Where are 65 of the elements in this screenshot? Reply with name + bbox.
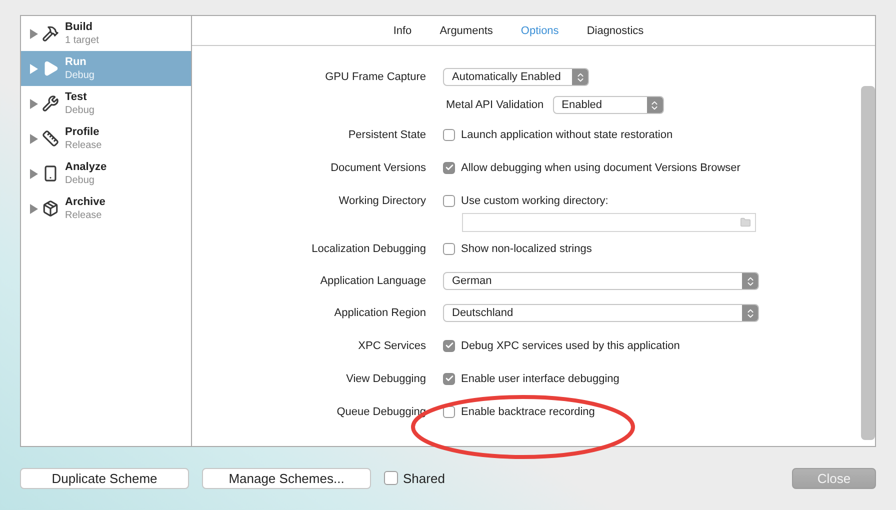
popup-button[interactable]: Enabled xyxy=(552,96,664,114)
scheme-action-title: Build xyxy=(65,21,94,33)
option-label: Metal API Validation xyxy=(446,99,544,111)
scrollbar-thumb[interactable] xyxy=(861,86,875,440)
sidebar-item[interactable]: Test Debug xyxy=(21,86,191,121)
scheme-action-title: Run xyxy=(65,56,88,68)
option-label: Persistent State xyxy=(348,128,426,140)
scheme-action-subtitle: 1 target xyxy=(65,35,99,46)
tab[interactable]: Arguments xyxy=(426,24,507,36)
disclosure-triangle-icon[interactable] xyxy=(30,168,38,178)
scheme-action-title: Archive xyxy=(65,196,106,208)
package-icon xyxy=(42,200,59,217)
sidebar-item[interactable]: Analyze Debug xyxy=(21,156,191,191)
checkbox-label: Enable user interface debugging xyxy=(461,372,620,384)
footer-button[interactable]: Duplicate Scheme xyxy=(20,468,189,488)
disclosure-triangle-icon[interactable] xyxy=(30,64,38,74)
option-label: Localization Debugging xyxy=(312,242,426,254)
checkbox[interactable] xyxy=(443,194,455,206)
checkbox-label: Debug XPC services used by this application xyxy=(461,340,680,352)
scheme-action-title: Test xyxy=(65,91,88,103)
checkbox-label: Launch application without state restoration xyxy=(461,128,673,140)
checkbox-label: Enable backtrace recording xyxy=(461,406,595,418)
popup-button[interactable]: Automatically Enabled xyxy=(443,68,589,86)
checkbox-label: Show non-localized strings xyxy=(461,242,592,254)
wrench-icon xyxy=(42,95,59,112)
tab[interactable]: Info xyxy=(379,24,426,36)
checkbox[interactable] xyxy=(443,162,455,174)
scheme-action-subtitle: Release xyxy=(65,210,103,221)
scheme-action-title: Profile xyxy=(65,126,100,138)
sidebar-item[interactable]: Build 1 target xyxy=(21,16,191,51)
directory-path-field[interactable] xyxy=(462,213,756,232)
checkbox-label: Shared xyxy=(403,470,445,486)
checkbox[interactable] xyxy=(443,242,455,254)
popup-button[interactable]: German xyxy=(443,272,759,290)
popup-button[interactable]: Deutschland xyxy=(443,304,759,322)
option-label: GPU Frame Capture xyxy=(325,71,426,83)
scheme-action-subtitle: Debug xyxy=(65,105,94,116)
option-label: XPC Services xyxy=(358,340,426,352)
checkbox[interactable] xyxy=(443,372,455,384)
checkbox[interactable] xyxy=(443,340,455,352)
hammer-icon xyxy=(42,25,59,42)
option-label: View Debugging xyxy=(346,372,426,384)
phone-icon xyxy=(42,165,59,182)
option-label: Document Versions xyxy=(330,162,426,174)
disclosure-triangle-icon[interactable] xyxy=(30,134,38,144)
checkbox-label: Allow debugging when using document Versions Browser xyxy=(461,162,740,174)
checkbox[interactable] xyxy=(443,128,455,140)
disclosure-triangle-icon[interactable] xyxy=(30,98,38,108)
tab[interactable]: Diagnostics xyxy=(572,24,658,36)
scheme-action-subtitle: Debug xyxy=(65,70,94,81)
checkbox-label: Use custom working directory: xyxy=(461,194,608,206)
option-label: Application Region xyxy=(334,307,426,319)
option-label: Application Language xyxy=(320,275,426,287)
play-icon xyxy=(42,60,59,77)
checkbox[interactable] xyxy=(384,471,398,485)
disclosure-triangle-icon[interactable] xyxy=(30,204,38,214)
sidebar-item[interactable]: Profile Release xyxy=(21,121,191,156)
scheme-action-subtitle: Debug xyxy=(65,175,96,186)
ruler-icon xyxy=(42,130,59,147)
option-label: Working Directory xyxy=(338,194,426,206)
disclosure-triangle-icon[interactable] xyxy=(30,28,38,38)
sidebar-item[interactable]: Archive Release xyxy=(21,191,191,226)
scheme-action-title: Analyze xyxy=(65,161,107,173)
footer-button[interactable]: Manage Schemes... xyxy=(202,468,371,488)
scheme-action-subtitle: Release xyxy=(65,140,102,151)
